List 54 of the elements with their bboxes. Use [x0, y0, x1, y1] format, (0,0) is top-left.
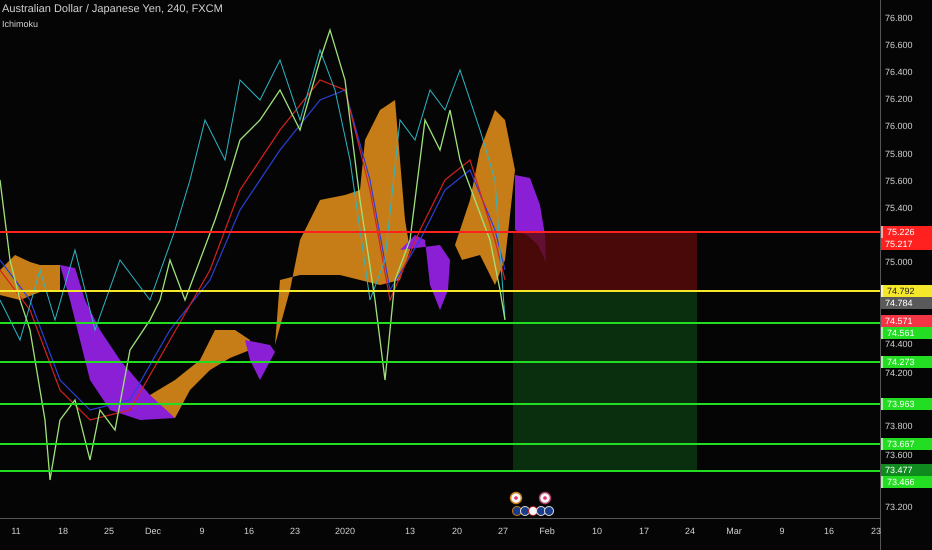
horizontal-line[interactable]: [0, 443, 880, 446]
price-label: 73.667: [881, 438, 932, 450]
price-tick-label: 73.800: [885, 420, 913, 432]
date-tick-label: 9: [200, 526, 204, 537]
date-tick-label: 18: [58, 526, 68, 537]
price-tick-label: 76.800: [885, 12, 913, 24]
price-label: 75.217: [881, 238, 932, 250]
price-tick-label: 74.400: [885, 339, 913, 350]
price-label: 73.466: [881, 476, 932, 488]
horizontal-line[interactable]: [0, 360, 880, 363]
price-label: 74.273: [881, 356, 932, 368]
price-label: 73.477: [881, 464, 932, 476]
date-tick-label: 10: [592, 526, 602, 537]
price-label: 74.571: [881, 315, 932, 328]
price-tick-label: 76.400: [885, 66, 913, 78]
price-tick-label: 76.600: [885, 40, 913, 51]
date-tick-label: 13: [405, 526, 415, 537]
horizontal-line[interactable]: [0, 231, 880, 234]
chart-title: Australian Dollar / Japanese Yen, 240, FXCM: [2, 3, 223, 16]
price-tick-label: 73.200: [885, 502, 913, 514]
date-tick-label: 16: [244, 526, 254, 537]
date-tick-label: 27: [498, 526, 508, 537]
horizontal-line[interactable]: [0, 322, 880, 324]
horizontal-line[interactable]: [0, 470, 880, 472]
price-tick-label: 75.800: [885, 148, 913, 160]
date-tick-label: 24: [685, 526, 695, 537]
price-label: 75.226: [881, 226, 932, 238]
price-tick-label: 76.000: [885, 121, 913, 132]
date-tick-label: Mar: [726, 526, 742, 537]
price-tick-label: 75.000: [885, 257, 913, 268]
price-label: 74.561: [881, 327, 932, 340]
date-tick-label: 16: [824, 526, 834, 537]
horizontal-line[interactable]: [0, 290, 880, 292]
date-tick-label: 9: [780, 526, 784, 537]
price-label: 74.784: [881, 297, 932, 310]
date-tick-label: 17: [639, 526, 649, 537]
indicator-label: Ichimoku: [2, 19, 40, 30]
price-tick-label: 73.600: [885, 450, 913, 462]
price-label: 73.963: [881, 398, 932, 410]
price-tick-label: 74.200: [885, 368, 913, 379]
price-tick-label: 75.400: [885, 202, 913, 214]
date-tick-label: 25: [104, 526, 114, 537]
date-tick-label: 23: [290, 526, 300, 537]
date-tick-label: 11: [11, 526, 21, 537]
date-tick-label: 2020: [334, 526, 356, 537]
date-tick-label: 23: [871, 526, 881, 537]
price-label: 74.792: [881, 285, 932, 298]
price-tick-label: 76.200: [885, 94, 913, 106]
price-tick-label: 75.600: [885, 176, 913, 187]
horizontal-line[interactable]: [0, 402, 880, 405]
date-tick-label: 20: [452, 526, 462, 537]
date-tick-label: Dec: [145, 526, 161, 537]
event-markers-drawing: [507, 490, 557, 516]
date-tick-label: Feb: [539, 526, 555, 537]
